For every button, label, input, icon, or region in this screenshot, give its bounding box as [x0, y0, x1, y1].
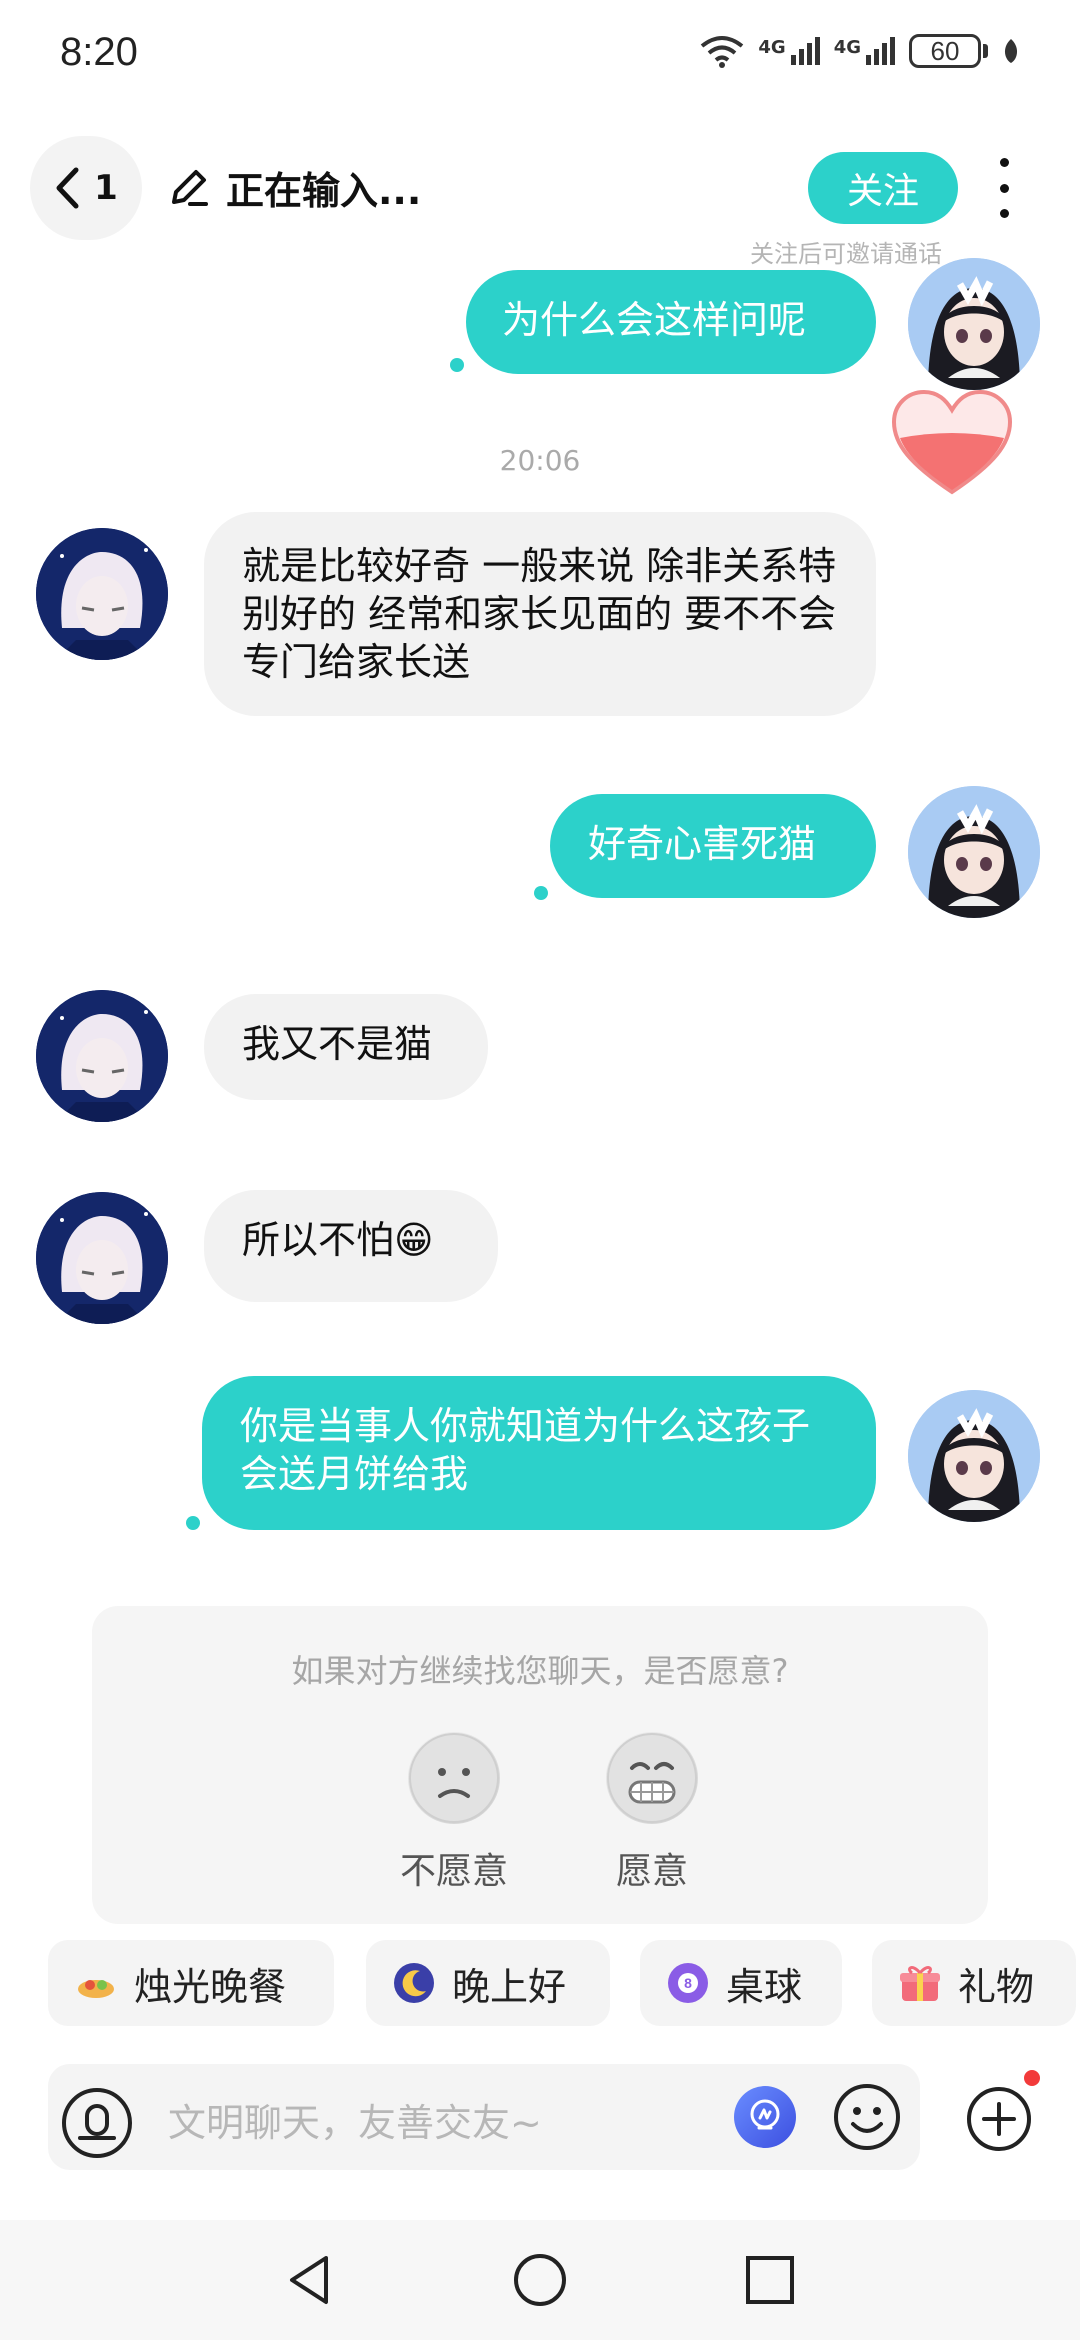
- billiard-ball-icon: 8: [666, 1961, 710, 2005]
- dot: [999, 183, 1009, 193]
- grin-face-icon: [606, 1732, 698, 1824]
- signal-4g-icon-2: 4G: [834, 37, 895, 65]
- message-bubble-outgoing[interactable]: 为什么会这样问呢: [466, 270, 876, 374]
- svg-text:8: 8: [684, 1975, 692, 1991]
- option-label: 不愿意: [399, 1851, 508, 1892]
- status-time: 8:20: [60, 30, 138, 74]
- quick-chip-candle-dinner[interactable]: 烛光晚餐: [48, 1940, 334, 2026]
- contact-avatar[interactable]: [36, 1192, 168, 1324]
- home-circle-icon[interactable]: [512, 2252, 568, 2308]
- back-button[interactable]: 1: [30, 136, 142, 240]
- option-willing[interactable]: 愿意: [572, 1732, 732, 1894]
- pencil-icon: [172, 169, 208, 206]
- quick-chip-billiards[interactable]: 8 桌球: [640, 1940, 842, 2026]
- message-text: 好奇心害死猫: [588, 822, 817, 866]
- battery-level: 60: [930, 35, 960, 66]
- back-triangle-icon[interactable]: [282, 2252, 338, 2308]
- unread-count: 1: [94, 168, 118, 208]
- system-nav-bar: [0, 2220, 1080, 2340]
- chat-title: 正在输入...: [166, 160, 421, 215]
- contact-avatar[interactable]: [36, 528, 168, 660]
- recent-apps-icon[interactable]: [742, 2252, 798, 2308]
- notification-dot: [1024, 2070, 1040, 2086]
- message-bubble-outgoing[interactable]: 好奇心害死猫: [550, 794, 876, 898]
- battery-tip: [983, 44, 988, 58]
- boy-avatar-image: [36, 990, 168, 1122]
- girl-avatar-image: [908, 1390, 1040, 1522]
- signal-4g-icon: 4G: [758, 37, 820, 65]
- message-input[interactable]: 文明聊天，友善交友~: [168, 2092, 542, 2147]
- survey-question: 如果对方继续找您聊天，是否愿意?: [291, 1652, 789, 1690]
- dot: [999, 158, 1009, 167]
- plus-icon[interactable]: [966, 2086, 1032, 2152]
- candle-dinner-icon: [74, 1961, 118, 2005]
- message-bubble-incoming[interactable]: 我又不是猫: [204, 994, 488, 1100]
- more-options-button[interactable]: [990, 158, 1018, 218]
- boy-avatar-image: [36, 528, 168, 660]
- moon-icon: [392, 1961, 436, 2005]
- message-bubble-incoming[interactable]: 所以不怕😁: [204, 1190, 498, 1302]
- message-text: 我又不是猫: [242, 1022, 433, 1066]
- girl-avatar-image: [908, 258, 1040, 390]
- chip-label: 晚上好: [452, 1964, 567, 2009]
- typing-status: 正在输入...: [226, 169, 422, 213]
- heart-icon[interactable]: [890, 388, 1014, 496]
- voice-icon[interactable]: [60, 2086, 134, 2160]
- chip-label: 礼物: [958, 1964, 1035, 2009]
- message-timestamp: 20:06: [499, 444, 581, 477]
- sad-face-icon: [408, 1732, 500, 1824]
- message-text: 你是当事人你就知道为什么这孩子会送月饼给我: [240, 1404, 811, 1496]
- message-text: 为什么会这样问呢: [502, 298, 807, 342]
- message-bubble-outgoing[interactable]: 你是当事人你就知道为什么这孩子会送月饼给我: [202, 1376, 876, 1530]
- network-type-label: 4G: [758, 37, 786, 58]
- my-avatar[interactable]: [908, 1390, 1040, 1522]
- message-bubble-incoming[interactable]: 就是比较好奇 一般来说 除非关系特别好的 经常和家长见面的 要不不会专门给家长送: [204, 512, 876, 716]
- my-avatar[interactable]: [908, 786, 1040, 918]
- chevron-left-icon: [56, 167, 79, 209]
- leaf-icon: [1004, 39, 1018, 63]
- message-text: 就是比较好奇 一般来说 除非关系特别好的 经常和家长见面的 要不不会专门给家长送: [242, 544, 837, 684]
- chip-label: 烛光晚餐: [134, 1964, 287, 2009]
- read-indicator: [186, 1516, 200, 1530]
- wifi-icon: [701, 36, 744, 68]
- status-icons: 4G 4G 60: [700, 34, 1020, 68]
- option-unwilling[interactable]: 不愿意: [374, 1732, 534, 1894]
- follow-hint: 关注后可邀请通话: [750, 240, 942, 268]
- girl-avatar-image: [908, 786, 1040, 918]
- option-label: 愿意: [615, 1851, 688, 1892]
- emoji-icon[interactable]: [832, 2082, 902, 2152]
- my-avatar[interactable]: [908, 258, 1040, 390]
- network-type-label-2: 4G: [833, 37, 861, 58]
- chip-label: 桌球: [726, 1964, 803, 2009]
- survey-card: 如果对方继续找您聊天，是否愿意? 不愿意 愿意: [92, 1606, 988, 1924]
- battery-icon: 60: [909, 34, 981, 68]
- dot: [999, 209, 1009, 218]
- quick-chip-gift[interactable]: 礼物: [872, 1940, 1076, 2026]
- boy-avatar-image: [36, 1192, 168, 1324]
- quick-chip-good-evening[interactable]: 晚上好: [366, 1940, 610, 2026]
- gift-icon: [898, 1961, 942, 2005]
- message-input-bar: 文明聊天，友善交友~: [48, 2064, 920, 2170]
- message-text: 所以不怕😁: [242, 1218, 434, 1262]
- contact-avatar[interactable]: [36, 990, 168, 1122]
- read-indicator: [450, 358, 464, 372]
- ai-assistant-icon[interactable]: [732, 2084, 798, 2150]
- read-indicator: [534, 886, 548, 900]
- follow-button[interactable]: 关注: [808, 152, 958, 224]
